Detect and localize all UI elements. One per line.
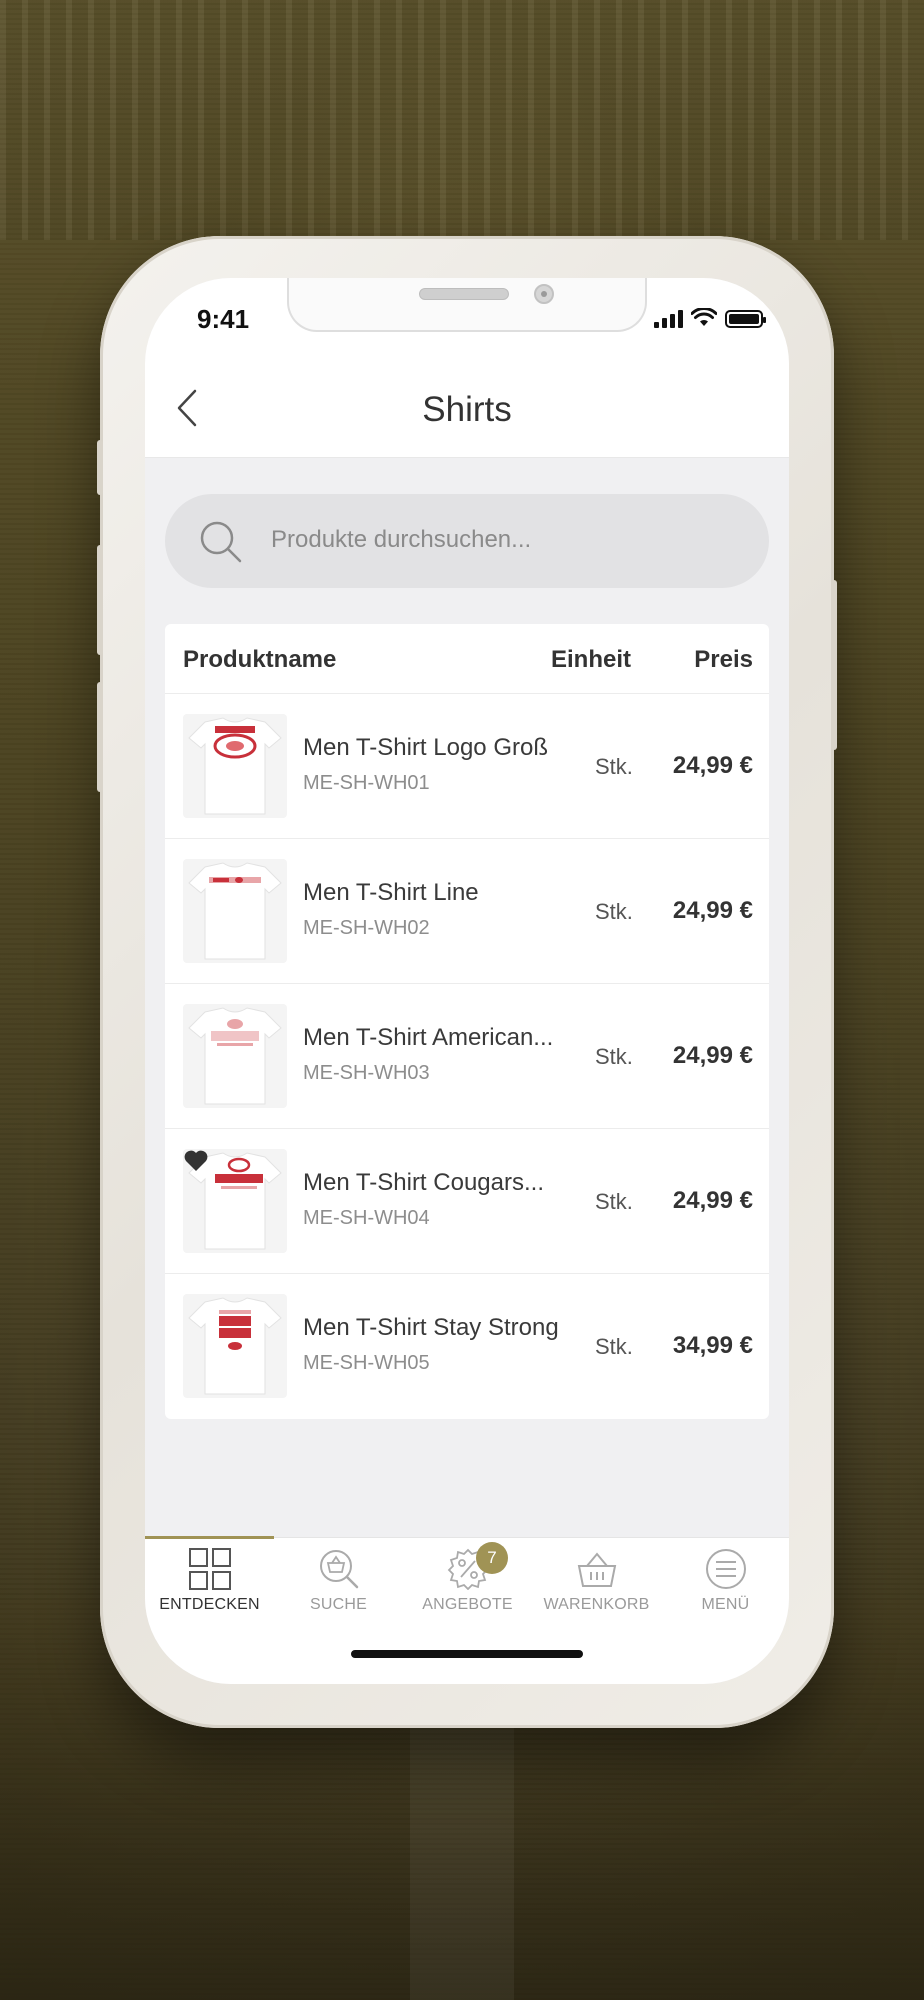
tab-warenkorb[interactable]: WARENKORB (532, 1538, 661, 1648)
basket-icon (577, 1552, 617, 1587)
phone-notch (287, 278, 647, 332)
favorite-heart-icon[interactable] (183, 1149, 209, 1173)
search-placeholder: Produkte durchsuchen... (271, 526, 532, 553)
product-row[interactable]: Men T-Shirt American... ME-SH-WH03 Stk. … (165, 984, 769, 1129)
product-thumbnail (183, 714, 287, 818)
product-thumbnail (183, 1294, 287, 1398)
product-sku: ME-SH-WH04 (303, 1207, 430, 1229)
search-basket-icon (320, 1550, 359, 1589)
product-name: Men T-Shirt Stay Strong (303, 1314, 559, 1341)
product-name: Men T-Shirt Cougars... (303, 1169, 544, 1196)
product-price: 24,99 € (672, 897, 753, 924)
signal-icon (654, 310, 683, 328)
search-input[interactable]: Produkte durchsuchen... (165, 494, 769, 588)
product-price: 24,99 € (672, 1042, 753, 1069)
menu-icon (706, 1549, 746, 1589)
product-sku: ME-SH-WH02 (303, 917, 430, 939)
product-price: 24,99 € (672, 752, 753, 779)
front-camera (534, 284, 554, 304)
tab-label: ENTDECKEN (159, 1596, 260, 1613)
status-icons (654, 308, 766, 328)
tab-suche[interactable]: SUCHE (274, 1538, 403, 1648)
speaker-grille (419, 288, 509, 300)
offers-count-badge: 7 (476, 1542, 508, 1574)
product-name: Men T-Shirt American... (303, 1024, 554, 1051)
product-row[interactable]: Men T-Shirt Line ME-SH-WH02 Stk. 24,99 € (165, 839, 769, 984)
tab-entdecken[interactable]: ENTDECKEN (145, 1536, 274, 1648)
product-row[interactable]: Men T-Shirt Stay Strong ME-SH-WH05 Stk. … (165, 1274, 769, 1419)
product-sku: ME-SH-WH01 (303, 772, 430, 794)
header-price: Preis (694, 646, 753, 673)
product-unit: Stk. (595, 754, 633, 779)
product-name: Men T-Shirt Logo Groß (303, 734, 548, 761)
product-sku: ME-SH-WH05 (303, 1352, 430, 1374)
product-unit: Stk. (595, 1189, 633, 1214)
page-title: Shirts (422, 390, 512, 429)
product-unit: Stk. (595, 1044, 633, 1069)
search-icon (200, 521, 242, 563)
product-thumbnail (183, 1149, 287, 1253)
product-thumbnail (183, 859, 287, 963)
header-unit: Einheit (551, 646, 632, 673)
tab-label: MENÜ (701, 1596, 750, 1613)
phone-side-button (97, 545, 103, 655)
stadium-roof (0, 0, 924, 240)
tab-label: SUCHE (309, 1596, 367, 1613)
product-sku: ME-SH-WH03 (303, 1062, 430, 1084)
home-indicator[interactable] (351, 1650, 583, 1658)
product-price: 34,99 € (672, 1332, 753, 1359)
product-thumbnail (183, 1004, 287, 1108)
phone-screen: 9:41 Shirts Produkte durchsuchen... Prod… (145, 278, 789, 1684)
table-header: Produktname Einheit Preis (165, 624, 769, 694)
wifi-icon (691, 308, 717, 326)
tab-label: WARENKORB (543, 1596, 650, 1613)
product-unit: Stk. (595, 899, 633, 924)
tab-bar: ENTDECKEN SUCHE 7 ANGEBOTE WARENKORB MEN… (145, 1536, 789, 1684)
phone-side-button (831, 580, 837, 750)
tab-angebote[interactable]: 7 ANGEBOTE (403, 1538, 532, 1648)
header-product-name: Produktname (183, 646, 337, 673)
battery-icon (725, 310, 766, 328)
grid-icon (189, 1548, 231, 1590)
product-price: 24,99 € (672, 1187, 753, 1214)
tab-label: ANGEBOTE (422, 1596, 513, 1613)
status-time: 9:41 (197, 304, 250, 334)
navigation-bar: Shirts (145, 358, 789, 458)
phone-side-button (97, 682, 103, 792)
phone-side-button (97, 440, 103, 495)
product-table: Produktname Einheit Preis Men T-Shirt Lo… (165, 624, 769, 1419)
product-name: Men T-Shirt Line (303, 879, 479, 906)
product-row[interactable]: Men T-Shirt Cougars... ME-SH-WH04 Stk. 2… (165, 1129, 769, 1274)
product-unit: Stk. (595, 1334, 633, 1359)
tab-menu[interactable]: MENÜ (661, 1538, 789, 1648)
product-row[interactable]: Men T-Shirt Logo Groß ME-SH-WH01 Stk. 24… (165, 694, 769, 839)
